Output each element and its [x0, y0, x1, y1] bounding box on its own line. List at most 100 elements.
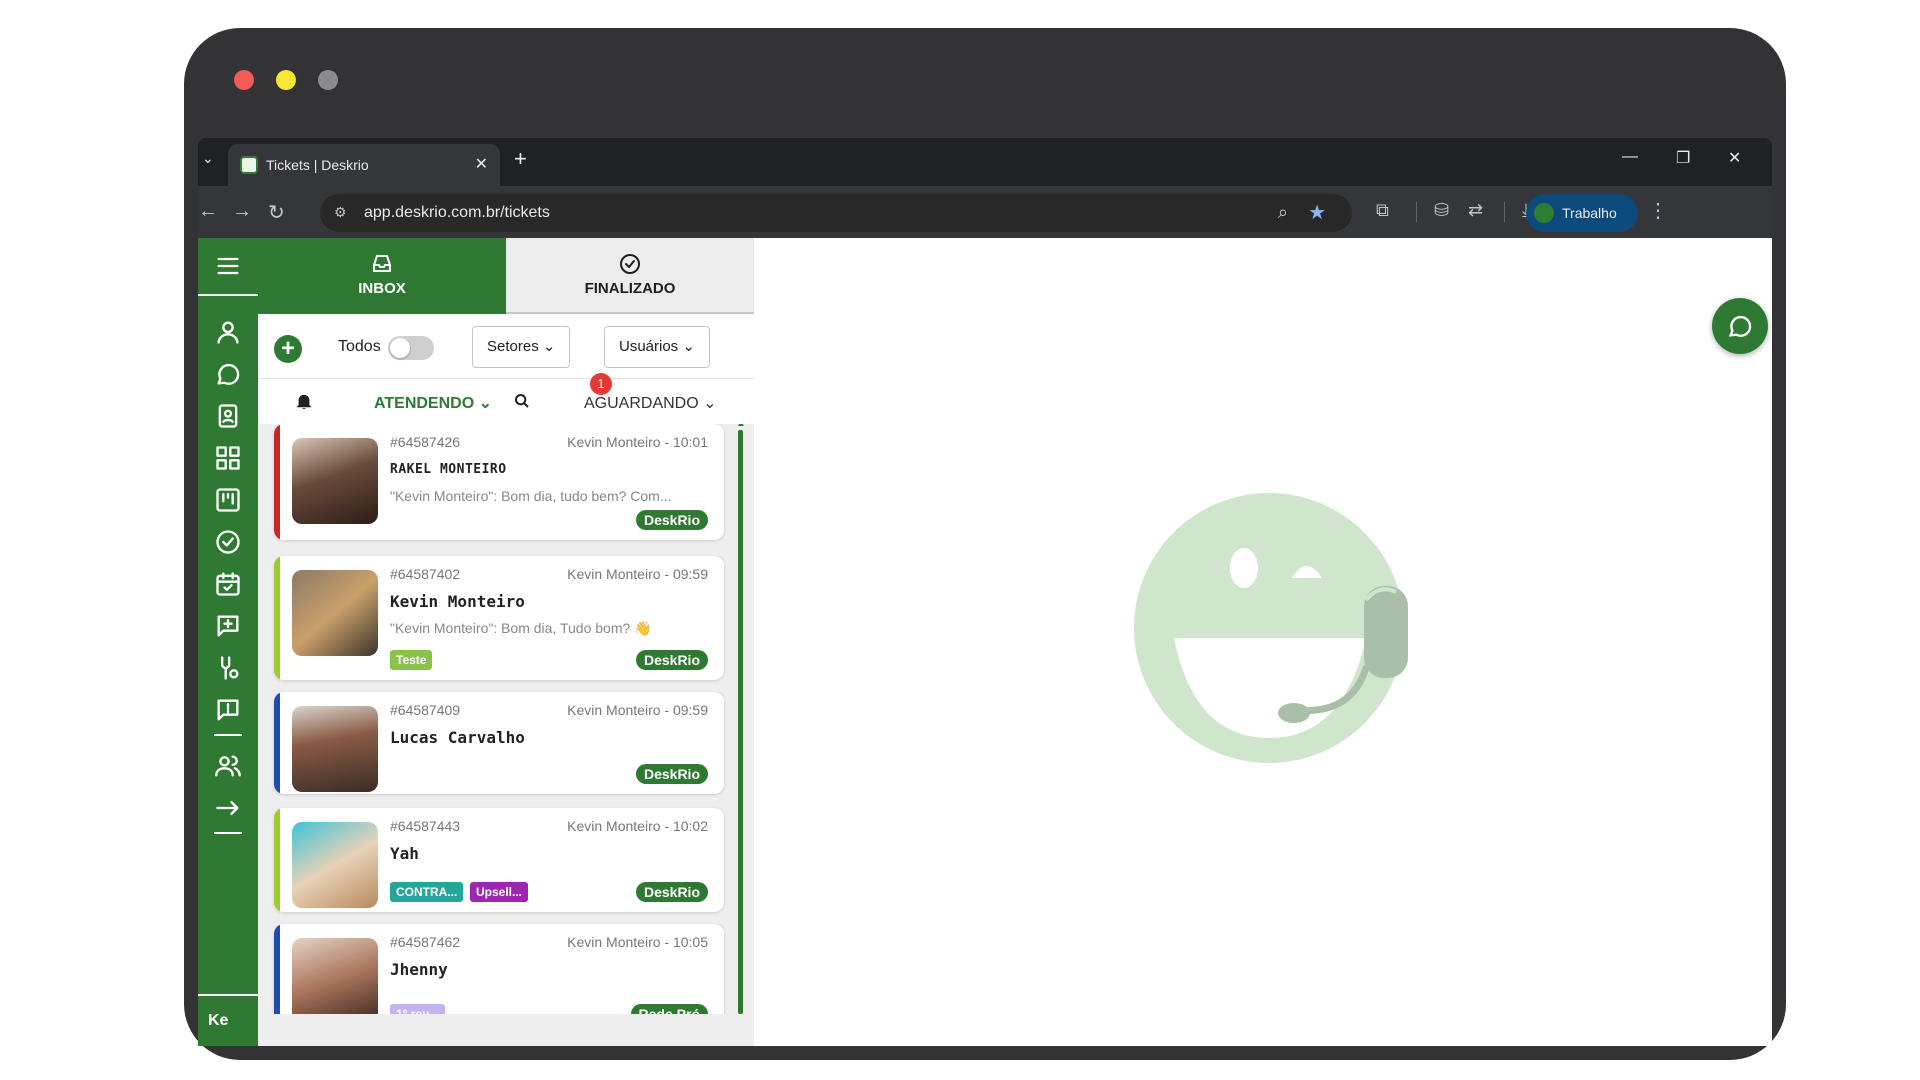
scroll-up-icon[interactable]: ▲	[736, 424, 746, 429]
close-tab-icon[interactable]: ✕	[475, 154, 488, 174]
minimize-window-dot[interactable]	[276, 70, 296, 90]
ticket-stripe	[274, 692, 280, 794]
deskrio-favicon-icon	[240, 156, 258, 174]
new-tab-icon[interactable]: +	[514, 146, 527, 172]
user-avatar[interactable]: Ke	[198, 994, 258, 1046]
chevron-down-icon: ⌄	[682, 338, 695, 355]
contact-name: Jhenny	[390, 960, 448, 979]
bell-icon[interactable]	[294, 391, 314, 411]
connections-icon[interactable]	[214, 654, 242, 682]
ticket-list[interactable]: ▲ #64587426 Kevin Monteiro - 10:01 RAKEL…	[258, 424, 754, 1014]
ticket-card[interactable]: #64587462 Kevin Monteiro - 10:05 Jhenny …	[274, 924, 724, 1014]
profile-button[interactable]: Trabalho	[1526, 194, 1638, 232]
ticket-agent-time: Kevin Monteiro - 10:02	[567, 818, 708, 834]
zoom-window-dot[interactable]	[318, 70, 338, 90]
tab-inbox[interactable]: INBOX	[258, 238, 506, 314]
ticket-id: #64587426	[390, 434, 461, 450]
tab-title: Tickets | Deskrio	[266, 157, 369, 173]
restore-icon[interactable]: ❐	[1676, 148, 1690, 168]
chat-icon[interactable]	[214, 360, 242, 388]
new-ticket-button[interactable]: +	[274, 335, 302, 363]
new-chat-button[interactable]	[1712, 298, 1768, 354]
sidebar-divider	[198, 294, 258, 296]
dashboard-icon[interactable]	[214, 444, 242, 472]
tab-finalizado[interactable]: FINALIZADO	[506, 238, 754, 314]
address-bar[interactable]: ⚙ app.deskrio.com.br/tickets ⌕ ★	[320, 194, 1352, 232]
profile-avatar	[1534, 203, 1554, 223]
extensions-icon[interactable]: ⧉	[1376, 200, 1389, 221]
setores-select[interactable]: Setores ⌄	[472, 326, 571, 368]
team-icon[interactable]	[214, 752, 242, 780]
ticket-tag: Upsell...	[470, 882, 529, 902]
check-circle-icon[interactable]	[214, 528, 242, 556]
back-icon[interactable]: ←	[198, 200, 218, 223]
ticket-tag: CONTRA...	[390, 882, 464, 902]
usuarios-select[interactable]: Usuários ⌄	[604, 326, 710, 368]
contacts-icon[interactable]	[214, 402, 242, 430]
user-icon[interactable]	[214, 318, 242, 346]
ticket-agent-time: Kevin Monteiro - 09:59	[567, 702, 708, 718]
incognito-icon[interactable]: ⛁	[1434, 200, 1449, 221]
aguardando-tab[interactable]: AGUARDANDO ⌄	[584, 393, 717, 413]
bookmark-star-icon[interactable]: ★	[1308, 200, 1326, 225]
ticket-stripe	[274, 808, 280, 912]
toolbar-separator	[1504, 202, 1505, 222]
contact-avatar	[292, 822, 378, 908]
calendar-icon[interactable]	[214, 570, 242, 598]
scrollbar[interactable]	[738, 430, 743, 1014]
quick-reply-icon[interactable]	[214, 612, 242, 640]
ticket-card[interactable]: #64587443 Kevin Monteiro - 10:02 Yah CON…	[274, 808, 724, 912]
translate-icon[interactable]: ⇄	[1468, 200, 1483, 221]
contact-name: RAKEL MONTEIRO	[390, 462, 507, 477]
kanban-icon[interactable]	[214, 486, 242, 514]
more-menu-icon[interactable]: ⋮	[1648, 198, 1668, 223]
atendendo-tab[interactable]: ATENDENDO ⌄	[374, 393, 492, 413]
close-window-dot[interactable]	[234, 70, 254, 90]
ticket-stripe	[274, 424, 280, 540]
reload-icon[interactable]: ↻	[268, 200, 285, 225]
forward-icon[interactable]: →	[232, 200, 252, 223]
chat-area	[754, 238, 1772, 1046]
site-settings-icon[interactable]: ⚙	[334, 204, 347, 221]
ticket-card[interactable]: #64587426 Kevin Monteiro - 10:01 RAKEL M…	[274, 424, 724, 540]
chat-bubble-icon	[1728, 315, 1752, 337]
ticket-agent-time: Kevin Monteiro - 09:59	[567, 566, 708, 582]
source-badge: DeskRio	[635, 764, 708, 784]
ticket-agent-time: Kevin Monteiro - 10:01	[567, 434, 708, 450]
app-sidebar: Ke	[198, 238, 258, 1046]
feedback-icon[interactable]	[214, 696, 242, 724]
ticket-tag: 1° reu...	[390, 1004, 446, 1014]
ticket-card[interactable]: #64587409 Kevin Monteiro - 09:59 Lucas C…	[274, 692, 724, 794]
chevron-down-icon: ⌄	[703, 395, 717, 412]
zoom-icon[interactable]: ⌕	[1278, 202, 1288, 223]
contact-name: Yah	[390, 844, 419, 863]
browser-tab[interactable]: Tickets | Deskrio ✕	[228, 144, 500, 186]
arrow-right-icon[interactable]	[214, 794, 242, 822]
sidebar-divider	[214, 734, 242, 736]
contact-name: Lucas Carvalho	[390, 728, 525, 747]
ticket-card[interactable]: #64587402 Kevin Monteiro - 09:59 Kevin M…	[274, 556, 724, 680]
tab-search-icon[interactable]: ⌄	[202, 150, 214, 167]
source-badge: DeskRio	[635, 650, 708, 670]
atendendo-label: ATENDENDO	[374, 395, 475, 412]
ticket-id: #64587409	[390, 702, 461, 718]
usuarios-label: Usuários	[619, 338, 679, 355]
menu-icon[interactable]	[214, 252, 242, 280]
close-icon[interactable]: ✕	[1728, 148, 1741, 168]
ticket-stripe	[274, 556, 280, 680]
contact-avatar	[292, 570, 378, 656]
tab-finalizado-label: FINALIZADO	[584, 280, 676, 297]
url-text: app.deskrio.com.br/tickets	[364, 204, 550, 221]
chevron-down-icon: ⌄	[478, 395, 493, 412]
status-tabs: ATENDENDO ⌄ 1 AGUARDANDO ⌄	[258, 373, 754, 424]
source-badge: DeskRio	[635, 510, 708, 530]
source-badge: DeskRio	[635, 882, 708, 902]
search-icon[interactable]	[514, 393, 530, 409]
profile-name: Trabalho	[1562, 205, 1617, 221]
toolbar-separator	[1416, 202, 1417, 222]
setores-label: Setores	[487, 338, 539, 355]
minimize-icon[interactable]: —	[1622, 148, 1638, 166]
todos-toggle[interactable]	[388, 336, 434, 360]
browser-window: ⌄ Tickets | Deskrio ✕ + — ❐ ✕ ← → ↻ ⚙ ap…	[198, 138, 1772, 1046]
aguardando-label: AGUARDANDO	[584, 395, 699, 412]
